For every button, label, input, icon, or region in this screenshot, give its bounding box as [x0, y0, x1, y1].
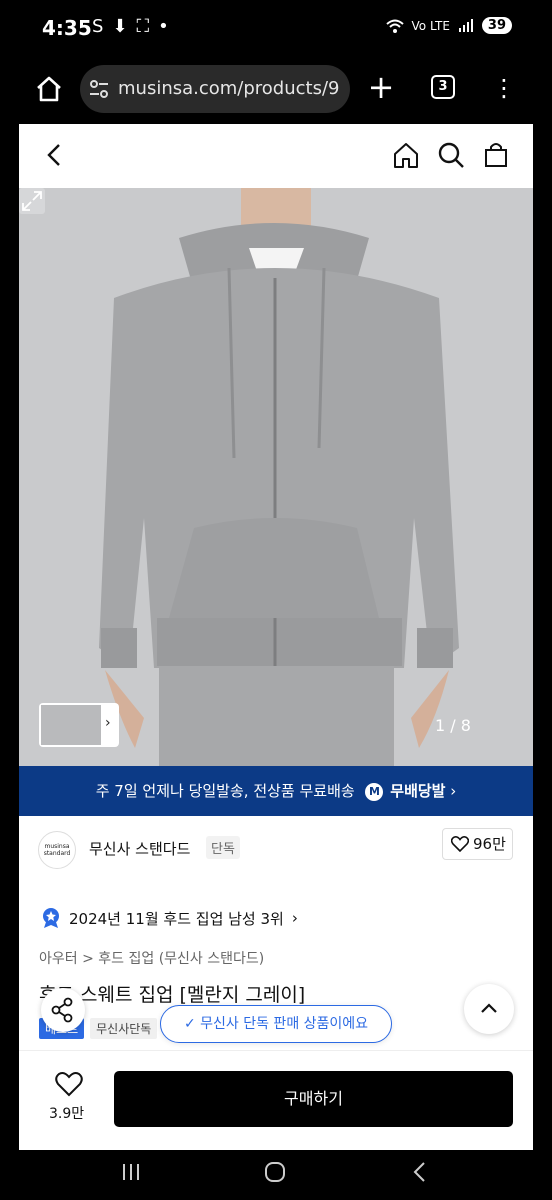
brand-like-button[interactable]: 96만 — [442, 828, 513, 860]
system-home-icon[interactable] — [263, 1160, 287, 1184]
url-text: musinsa.com/products/9 — [118, 78, 340, 99]
scroll-top-button[interactable] — [464, 984, 514, 1034]
wifi-icon — [385, 19, 404, 33]
ranking-text: 2024년 11월 후드 집업 남성 3위 — [69, 909, 284, 928]
screenshot-icon: ⛶ — [136, 16, 150, 37]
chevron-right-icon[interactable]: › — [105, 715, 111, 731]
ranking-chevron-icon: › — [291, 909, 298, 927]
product-image[interactable]: › 1 / 8 — [19, 188, 533, 766]
wishlist-count: 3.9만 — [49, 1106, 85, 1122]
thumbnail-image[interactable] — [41, 705, 101, 745]
notification-icons: S ⬇ ⛶ • — [92, 16, 169, 37]
exclusive-product-tag: 무신사단독 — [90, 1018, 158, 1039]
purchase-bar: 3.9만 구매하기 — [19, 1050, 533, 1150]
site-settings-icon[interactable] — [88, 79, 110, 99]
brand-name[interactable]: 무신사 스탠다드 — [89, 838, 190, 859]
new-tab-button[interactable]: + — [366, 70, 396, 104]
recent-apps-icon[interactable] — [121, 1162, 141, 1182]
shopping-bag-icon[interactable] — [482, 140, 510, 168]
buy-button[interactable]: 구매하기 — [114, 1071, 513, 1127]
image-counter: 1 / 8 — [435, 716, 471, 735]
chevron-up-icon — [481, 1003, 497, 1013]
expand-icon[interactable] — [19, 188, 45, 214]
banner-chevron-icon: › — [450, 782, 457, 800]
search-icon[interactable] — [437, 141, 465, 169]
ranking-badge-icon — [43, 908, 59, 928]
product-page: › 1 / 8 주 7일 언제나 당일발송, 전상품 무료배송 M 무배당발 ›… — [19, 124, 533, 1150]
shipping-banner[interactable]: 주 7일 언제나 당일발송, 전상품 무료배송 M 무배당발 › — [19, 766, 533, 816]
brand-logo[interactable]: musinsa standard — [38, 831, 76, 869]
home-icon[interactable] — [392, 141, 420, 169]
browser-menu-icon[interactable]: ⋮ — [492, 74, 516, 102]
browser-home-icon[interactable] — [34, 74, 64, 104]
battery-indicator: 39 — [481, 17, 512, 34]
browser-toolbar: musinsa.com/products/9 + 3 ⋮ — [0, 58, 552, 124]
system-icons: Vo LTE 39 — [385, 17, 512, 34]
notification-icon: S — [92, 16, 104, 37]
signal-icon — [458, 18, 473, 32]
share-icon — [51, 997, 73, 1023]
system-back-icon[interactable] — [410, 1160, 430, 1184]
banner-text: 주 7일 언제나 당일발송, 전상품 무료배송 — [95, 782, 355, 800]
status-time: 4:35 — [42, 16, 92, 40]
hoodie-photo — [19, 188, 533, 766]
status-bar: 4:35 S ⬇ ⛶ • Vo LTE 39 — [0, 0, 552, 58]
network-label: Vo LTE — [411, 18, 450, 33]
back-icon[interactable] — [43, 142, 65, 168]
exclusive-toast: ✓ 무신사 단독 판매 상품이에요 — [160, 1005, 392, 1043]
ranking-row[interactable]: 2024년 11월 후드 집업 남성 3위 › — [41, 906, 298, 930]
page-header — [19, 124, 533, 188]
brand-like-count: 96만 — [473, 835, 506, 853]
system-nav-bar — [0, 1150, 552, 1200]
address-bar[interactable]: musinsa.com/products/9 — [80, 65, 350, 113]
thumbnail-strip[interactable]: › — [39, 703, 119, 747]
wishlist-heart-icon[interactable] — [55, 1071, 83, 1097]
musinsa-logo-icon: M — [365, 783, 384, 801]
share-button[interactable] — [41, 988, 85, 1032]
category-breadcrumb[interactable]: 아우터 > 후드 집업 (무신사 스탠다드) — [39, 948, 264, 968]
banner-brand-text: 무배당발 — [390, 782, 446, 800]
brand-row[interactable]: musinsa standard 무신사 스탠다드 단독 96만 — [19, 816, 533, 886]
exclusive-tag: 단독 — [206, 836, 240, 859]
download-icon: ⬇ — [112, 16, 128, 37]
tab-switcher-button[interactable]: 3 — [431, 75, 455, 99]
more-notifications-icon: • — [158, 16, 169, 37]
heart-icon — [451, 836, 469, 852]
